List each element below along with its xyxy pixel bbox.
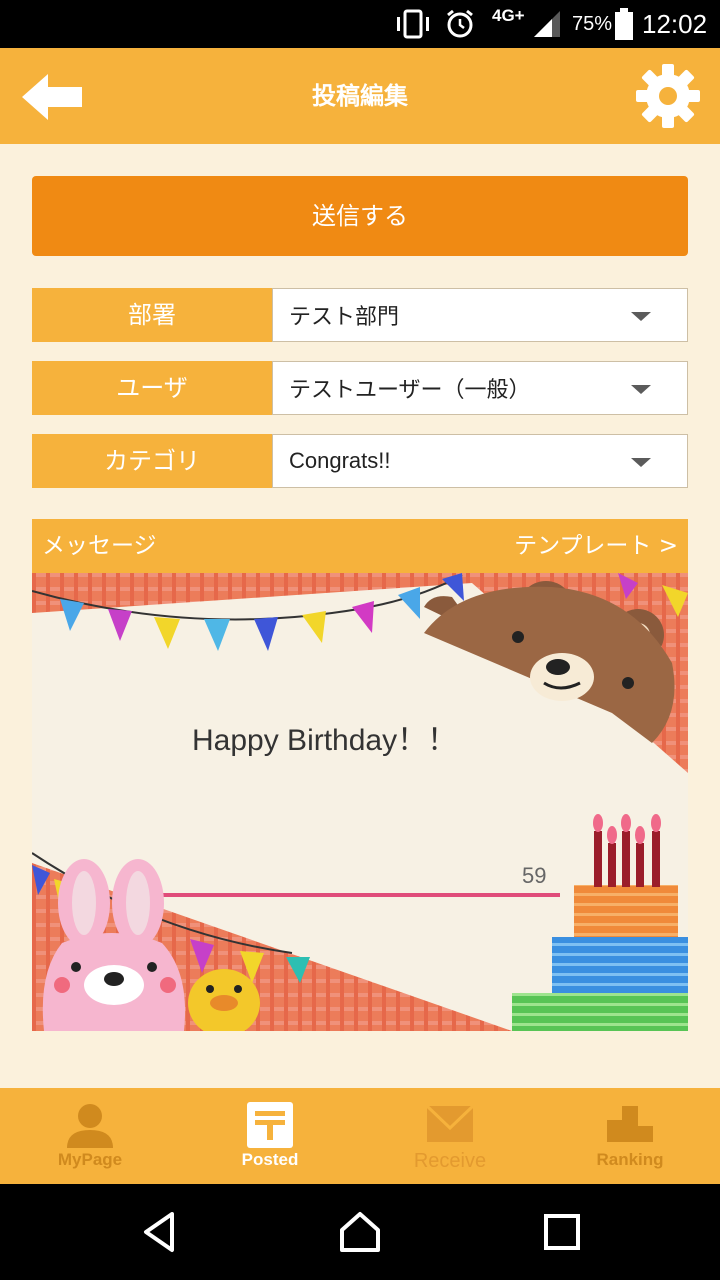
vibrate-icon <box>394 0 432 48</box>
department-row: 部署 テスト部門 <box>32 288 688 342</box>
message-text[interactable]: Happy Birthday！！ <box>192 715 457 759</box>
category-label: カテゴリ <box>32 434 272 488</box>
back-arrow-icon <box>22 74 82 120</box>
envelope-icon <box>425 1104 475 1142</box>
message-card[interactable]: Happy Birthday！！ 59 <box>32 573 688 1031</box>
clock: 12:02 <box>642 8 708 39</box>
system-recents-button[interactable] <box>538 1208 586 1256</box>
alarm-icon <box>444 0 476 48</box>
nav-ranking[interactable]: Ranking <box>540 1088 720 1184</box>
category-row: カテゴリ Congrats!! <box>32 434 688 488</box>
department-select[interactable]: テスト部門 <box>272 288 688 342</box>
signal-icon <box>532 0 562 48</box>
nav-label-receive: Receive <box>413 1150 487 1172</box>
send-button[interactable]: 送信する <box>32 176 688 256</box>
category-select[interactable]: Congrats!! <box>272 434 688 488</box>
user-select[interactable]: テストユーザー（一般） <box>272 361 688 415</box>
bottom-nav: MyPage Posted Receive Ranking <box>0 1088 720 1184</box>
system-back-button[interactable] <box>136 1208 184 1256</box>
recents-icon <box>544 1214 580 1250</box>
user-label: ユーザ <box>32 361 272 415</box>
gear-icon <box>636 64 700 128</box>
nav-label-posted: Posted <box>241 1150 299 1169</box>
post-icon <box>247 1102 293 1148</box>
podium-icon <box>607 1106 653 1142</box>
char-count: 59 <box>522 863 547 888</box>
page-title: 投稿編集 <box>312 82 408 110</box>
nav-receive[interactable]: Receive <box>360 1088 540 1184</box>
message-header: メッセージ テンプレート > <box>32 519 688 573</box>
department-label: 部署 <box>32 288 272 342</box>
dropdown-arrow-icon <box>631 385 651 394</box>
dropdown-arrow-icon <box>631 312 651 321</box>
department-value: テスト部門 <box>289 305 400 330</box>
home-icon <box>340 1212 380 1252</box>
battery-percent: 75% <box>572 12 613 35</box>
network-type: 4G+ <box>492 6 525 25</box>
back-button[interactable] <box>18 70 88 124</box>
nav-label-ranking: Ranking <box>596 1150 664 1169</box>
app-header: 投稿編集 <box>0 48 720 144</box>
dropdown-arrow-icon <box>631 458 651 467</box>
status-bar: 4G+ 75% 12:02 <box>0 0 720 48</box>
message-label: メッセージ <box>42 533 157 559</box>
nav-mypage[interactable]: MyPage <box>0 1088 180 1184</box>
user-value: テストユーザー（一般） <box>289 378 531 403</box>
system-home-button[interactable] <box>336 1208 384 1256</box>
person-icon <box>67 1104 113 1148</box>
birthday-card-illustration <box>32 573 688 1031</box>
template-link[interactable]: テンプレート > <box>514 519 678 573</box>
battery-icon <box>614 0 634 48</box>
nav-posted[interactable]: Posted <box>180 1088 360 1184</box>
nav-label-mypage: MyPage <box>57 1150 123 1169</box>
user-row: ユーザ テストユーザー（一般） <box>32 361 688 415</box>
settings-button[interactable] <box>634 62 702 130</box>
category-value: Congrats!! <box>289 448 391 473</box>
system-nav-bar <box>0 1184 720 1280</box>
triangle-back-icon <box>144 1212 174 1252</box>
